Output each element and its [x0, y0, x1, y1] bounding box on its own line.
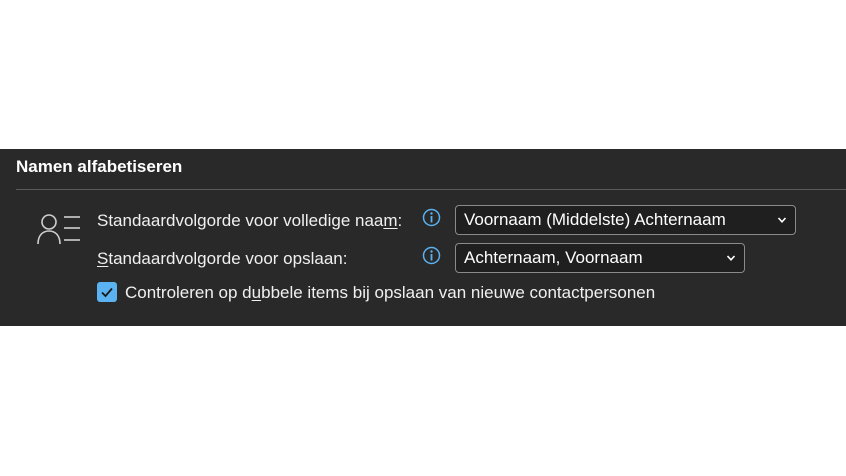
info-icon[interactable]: [422, 246, 441, 265]
chevron-down-icon: [726, 255, 736, 261]
chevron-down-icon: [777, 217, 787, 223]
full-name-order-dropdown[interactable]: Voornaam (Middelste) Achternaam: [455, 205, 796, 235]
save-order-label: Standaardvolgorde voor opslaan:: [97, 249, 348, 268]
info-icon[interactable]: [422, 208, 441, 227]
save-order-dropdown[interactable]: Achternaam, Voornaam: [455, 243, 745, 273]
accelerator-key: S: [97, 249, 109, 268]
accelerator-key: m: [383, 211, 398, 230]
save-order-value: Achternaam, Voornaam: [464, 248, 643, 267]
checkmark-icon: [101, 287, 113, 298]
contact-list-icon: [37, 214, 80, 245]
duplicate-check-checkbox[interactable]: [97, 282, 117, 302]
names-settings-panel: Namen alfabetiseren Standaardvolgorde vo…: [0, 149, 846, 326]
duplicate-check-label[interactable]: Controleren op dubbele items bij opslaan…: [125, 283, 655, 303]
full-name-order-value: Voornaam (Middelste) Achternaam: [464, 210, 726, 229]
full-name-order-label: Standaardvolgorde voor volledige naam:: [97, 211, 403, 230]
section-title: Namen alfabetiseren: [16, 157, 183, 176]
section-divider: [16, 189, 846, 190]
accelerator-key: u: [251, 283, 262, 302]
